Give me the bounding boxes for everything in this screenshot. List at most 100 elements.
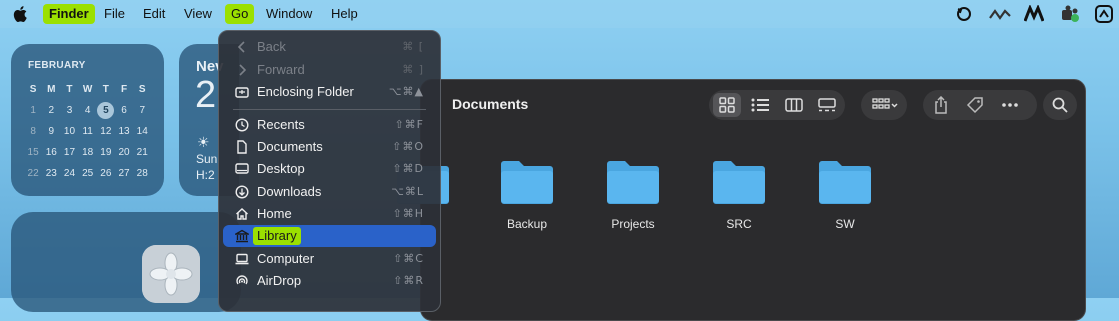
calendar-day[interactable]: 27 [115, 163, 133, 184]
menu-item-label: Forward [257, 62, 305, 77]
folder-icon-sw[interactable] [817, 158, 873, 206]
tag-button[interactable] [961, 93, 989, 117]
calendar-day[interactable]: 9 [42, 121, 60, 142]
calendar-day[interactable]: 7 [133, 100, 151, 121]
gallery-icon [818, 98, 836, 112]
calendar-day[interactable]: 12 [97, 121, 115, 142]
sync-icon[interactable] [954, 5, 974, 23]
menu-view[interactable]: View [178, 4, 218, 24]
m-logo-icon[interactable] [1024, 5, 1044, 23]
news-big-number: 2 [195, 74, 217, 116]
tag-icon [966, 97, 983, 114]
control-center-icon[interactable] [1094, 5, 1114, 23]
chevron-left-icon [237, 41, 245, 53]
calendar-day[interactable]: 28 [133, 163, 151, 184]
photos-widget[interactable] [11, 212, 241, 312]
menu-item-home[interactable]: Home ⇧⌘H [223, 203, 436, 225]
grid-icon [719, 97, 735, 113]
folder-label-backup[interactable]: Backup [482, 217, 572, 231]
share-icon [935, 96, 947, 114]
menu-item-airdrop[interactable]: AirDrop ⇧⌘R [223, 270, 436, 292]
go-menu: Back ⌘ [ Forward ⌘ ] Enclosing Folder ⌥⌘… [218, 30, 441, 312]
search-icon [1052, 97, 1068, 113]
menu-item-recents[interactable]: Recents ⇧⌘F [223, 114, 436, 136]
menu-item-label: Library [253, 227, 301, 245]
folder-label-sw[interactable]: SW [800, 217, 890, 231]
activity-icon[interactable] [988, 5, 1012, 23]
menu-item-label: Home [257, 206, 292, 221]
teams-icon[interactable] [1060, 5, 1080, 23]
download-icon [235, 185, 249, 199]
finder-window[interactable]: Documents Backup Projects SRC SW [397, 79, 1086, 321]
group-by-button[interactable] [866, 93, 904, 117]
calendar-widget[interactable]: FEBRUARY S M T W T F S 1 2 3 4 5 6 7 8 9 10 11 12 13 14 15 16 1… [11, 44, 164, 196]
calendar-day[interactable]: 26 [97, 163, 115, 184]
photos-flower-icon [142, 245, 200, 303]
menu-edit[interactable]: Edit [137, 4, 171, 24]
menu-item-documents[interactable]: Documents ⇧⌘O [223, 136, 436, 158]
menu-finder[interactable]: Finder [43, 4, 95, 24]
calendar-day[interactable]: 13 [115, 121, 133, 142]
menu-item-downloads[interactable]: Downloads ⌥⌘L [223, 181, 436, 203]
calendar-day[interactable]: 16 [42, 142, 60, 163]
menu-help[interactable]: Help [325, 4, 364, 24]
calendar-day[interactable]: 15 [24, 142, 42, 163]
calendar-day[interactable]: 3 [60, 100, 78, 121]
apple-icon[interactable] [12, 4, 30, 24]
calendar-day[interactable]: 1 [24, 100, 42, 121]
calendar-day[interactable]: 17 [60, 142, 78, 163]
gallery-view-button[interactable] [813, 93, 841, 117]
calendar-day[interactable]: 21 [133, 142, 151, 163]
menu-item-forward[interactable]: Forward ⌘ ] [223, 59, 436, 81]
calendar-day[interactable]: 23 [42, 163, 60, 184]
calendar-day[interactable]: 5 [97, 102, 115, 119]
menu-file[interactable]: File [98, 4, 131, 24]
calendar-day[interactable]: 20 [115, 142, 133, 163]
menu-item-desktop[interactable]: Desktop ⇧⌘D [223, 158, 436, 180]
calendar-day[interactable]: 22 [24, 163, 42, 184]
columns-icon [785, 98, 803, 112]
list-view-button[interactable] [746, 93, 774, 117]
calendar-weekday: T [102, 84, 109, 95]
menu-item-label: Enclosing Folder [257, 84, 354, 99]
search-button[interactable] [1046, 93, 1074, 117]
menu-go[interactable]: Go [225, 4, 255, 24]
share-button[interactable] [927, 93, 955, 117]
calendar-day[interactable]: 24 [60, 163, 78, 184]
calendar-day[interactable]: 6 [115, 100, 133, 121]
folder-icon-src[interactable] [711, 158, 767, 206]
calendar-day[interactable]: 14 [133, 121, 151, 142]
icon-view-button[interactable] [713, 93, 741, 117]
column-view-button[interactable] [780, 93, 808, 117]
menu-item-label: Documents [257, 139, 323, 154]
calendar-day[interactable]: 18 [79, 142, 97, 163]
menu-item-shortcut: ⇧⌘O [392, 140, 424, 153]
menu-item-library[interactable]: Library [223, 225, 436, 247]
calendar-weekday: S [29, 84, 37, 95]
desktop-icon [235, 163, 249, 174]
calendar-day[interactable]: 10 [60, 121, 78, 142]
menu-window[interactable]: Window [260, 4, 318, 24]
folder-icon-projects[interactable] [605, 158, 661, 206]
folder-label-projects[interactable]: Projects [588, 217, 678, 231]
calendar-day[interactable]: 2 [42, 100, 60, 121]
home-icon [236, 208, 248, 220]
folder-icon-backup[interactable] [499, 158, 555, 206]
menu-item-back[interactable]: Back ⌘ [ [223, 36, 436, 58]
menu-item-label: Downloads [257, 184, 322, 199]
sun-icon: ☀ [197, 134, 210, 150]
menu-item-computer[interactable]: Computer ⇧⌘C [223, 248, 436, 270]
calendar-day[interactable]: 25 [79, 163, 97, 184]
menu-item-shortcut: ⌘ [ [402, 40, 424, 53]
menu-item-enclosing-folder[interactable]: Enclosing Folder ⌥⌘▲ [223, 81, 436, 103]
menu-bar: Finder File Edit View Go Window Help [0, 0, 1119, 28]
menu-item-shortcut: ⇧⌘F [394, 118, 424, 131]
calendar-day[interactable]: 4 [79, 100, 97, 121]
more-button[interactable] [996, 93, 1024, 117]
menu-item-shortcut: ⌥⌘▲ [388, 85, 424, 98]
calendar-day[interactable]: 19 [97, 142, 115, 163]
calendar-day[interactable]: 11 [79, 121, 97, 142]
calendar-day[interactable]: 8 [24, 121, 42, 142]
computer-icon [235, 253, 249, 265]
folder-label-src[interactable]: SRC [694, 217, 784, 231]
